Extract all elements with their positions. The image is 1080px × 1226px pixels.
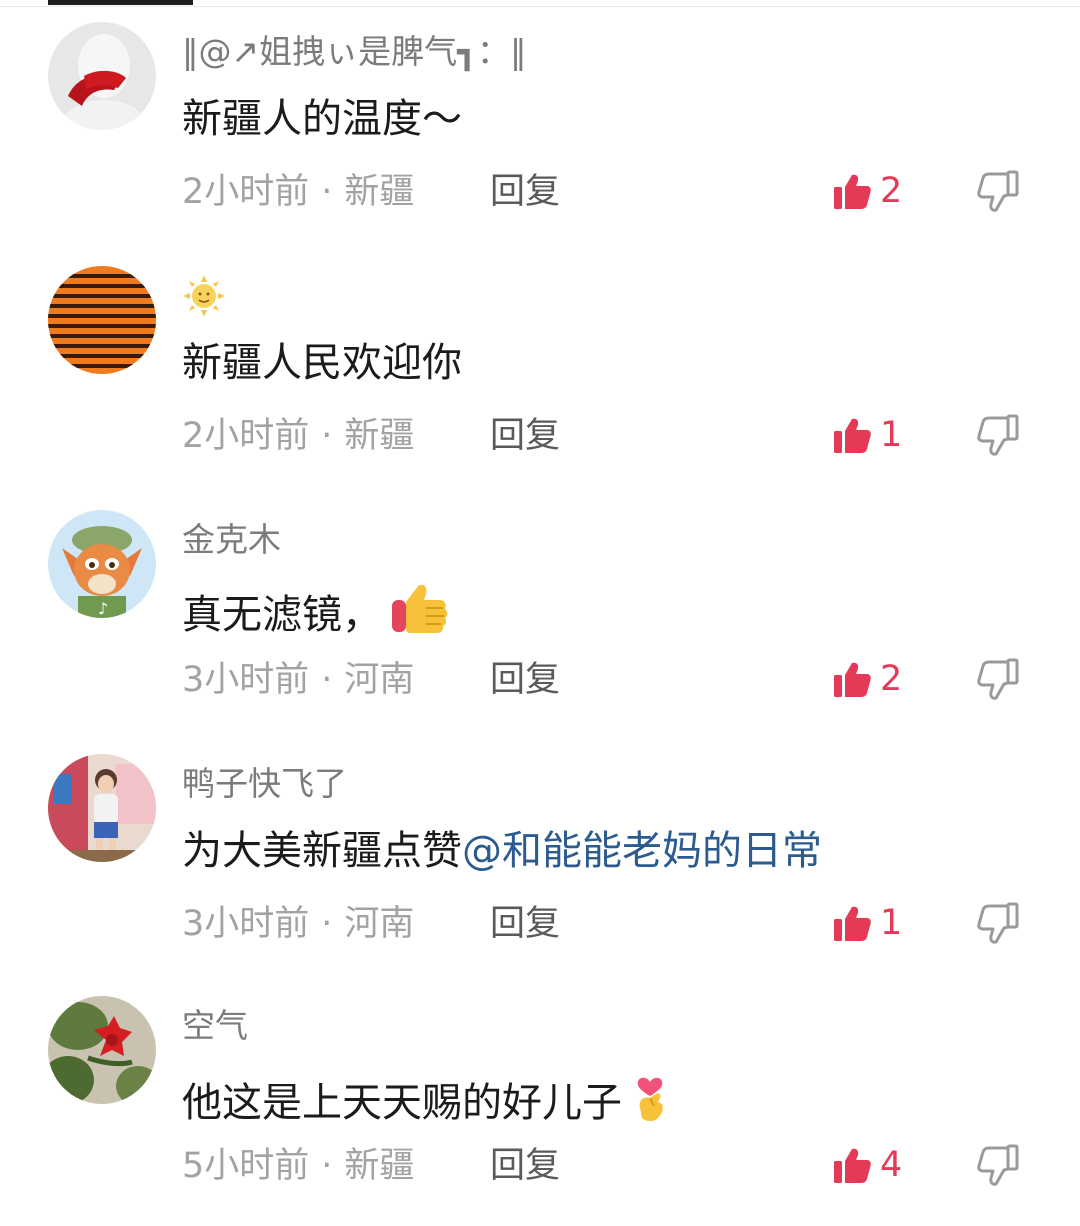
separator: · [321,1146,333,1186]
username[interactable]: 金克木 [182,520,281,560]
reply-button[interactable]: 回复 [490,1146,560,1186]
separator: · [321,416,333,456]
like-count: 4 [880,1145,903,1185]
dislike-button[interactable] [975,1142,1021,1192]
comment-text: 真无滤镜， [182,582,450,640]
like-button[interactable]: 1 [832,411,902,459]
reply-button[interactable]: 回复 [490,660,560,700]
comment-item: 新疆人民欢迎你 2小时前 · 新疆 回复 1 [0,266,1080,496]
comment-item: ‖@↗姐拽ぃ是脾气┓：‖ 新疆人的温度～ 2小时前 · 新疆 回复 2 [0,22,1080,252]
like-button[interactable]: 2 [832,655,902,703]
dislike-button[interactable] [975,168,1021,218]
comment-text: 他这是上天天赐的好儿子 [182,1068,672,1128]
timestamp: 5小时前 [182,1146,310,1186]
like-button[interactable]: 1 [832,899,902,947]
like-count: 2 [880,171,903,211]
thumbs-down-icon [977,658,1019,700]
timestamp: 3小时前 [182,660,310,700]
comment-item: 鸭子快飞了 为大美新疆点赞@和能能老妈的日常 3小时前 · 河南 回复 1 [0,754,1080,984]
thumbs-up-emoji-icon [392,584,448,633]
thumbs-down-icon [977,1144,1019,1186]
location: 新疆 [344,416,415,456]
reply-button[interactable]: 回复 [490,416,560,456]
top-divider [0,0,1080,7]
comment-item: ♪ 金克木 真无滤镜， 3小时前 · 河南 回复 2 [0,510,1080,740]
comment-text-body: 他这是上天天赐的好儿子 [182,1080,622,1126]
finger-heart-emoji-icon [637,1077,663,1121]
comment-meta: 2小时前 · 新疆 [182,172,414,212]
thumbs-up-icon [834,1148,871,1183]
location: 新疆 [344,172,415,212]
dislike-button[interactable] [975,412,1021,462]
reply-button[interactable]: 回复 [490,172,560,212]
avatar[interactable] [48,996,156,1104]
like-count: 1 [880,903,903,943]
timestamp: 3小时前 [182,904,310,944]
comment-meta: 3小时前 · 河南 [182,660,414,700]
dislike-button[interactable] [975,656,1021,706]
timestamp: 2小时前 [182,172,310,212]
avatar[interactable] [48,22,156,130]
thumbs-up-icon [834,174,871,209]
location: 新疆 [344,1146,415,1186]
comment-text: 新疆人民欢迎你 [182,338,462,388]
comment-text-body: 为大美新疆点赞 [182,828,462,874]
username[interactable]: 空气 [182,1006,248,1046]
thumbs-up-icon [834,906,871,941]
dislike-button[interactable] [975,900,1021,950]
avatar[interactable] [48,754,156,862]
location: 河南 [344,660,415,700]
comment-text-body: 新疆人民欢迎你 [182,340,462,386]
comment-meta: 2小时前 · 新疆 [182,416,414,456]
avatar[interactable]: ♪ [48,510,156,618]
like-button[interactable]: 4 [832,1141,902,1189]
comment-meta: 3小时前 · 河南 [182,904,414,944]
thumbs-down-icon [977,170,1019,212]
comment-text: 新疆人的温度～ [182,94,462,144]
comment-text-body: 真无滤镜， [182,592,382,638]
avatar[interactable] [48,266,156,374]
like-count: 1 [880,415,903,455]
username[interactable] [182,275,226,327]
mention-link[interactable]: @和能能老妈的日常 [462,828,822,874]
thumbs-up-icon [834,418,871,453]
thumbs-down-icon [977,414,1019,456]
sun-face-emoji-icon [183,275,225,317]
like-count: 2 [880,659,903,699]
thumbs-up-icon [834,662,871,697]
comment-item: 空气 他这是上天天赐的好儿子 5小时前 · 新疆 回复 4 [0,996,1080,1226]
separator: · [321,172,333,212]
comment-text-body: 新疆人的温度～ [182,96,462,142]
thumbs-down-icon [977,902,1019,944]
reply-button[interactable]: 回复 [490,904,560,944]
timestamp: 2小时前 [182,416,310,456]
username[interactable]: 鸭子快飞了 [182,764,347,804]
username[interactable]: ‖@↗姐拽ぃ是脾气┓：‖ [182,32,527,72]
location: 河南 [344,904,415,944]
comment-meta: 5小时前 · 新疆 [182,1146,414,1186]
comment-text: 为大美新疆点赞@和能能老妈的日常 [182,826,822,876]
separator: · [321,904,333,944]
like-button[interactable]: 2 [832,167,902,215]
tab-indicator [48,0,193,5]
svg-text:♪: ♪ [98,599,108,618]
separator: · [321,660,333,700]
